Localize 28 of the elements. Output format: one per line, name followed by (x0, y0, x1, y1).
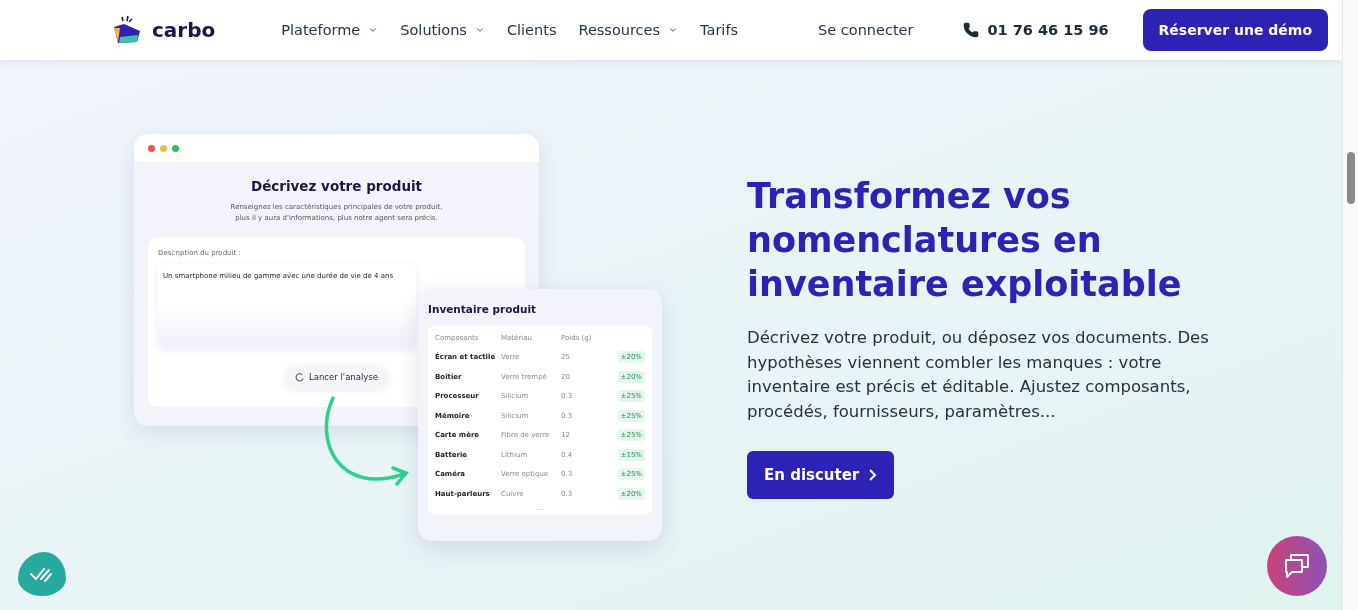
chevron-right-icon (869, 469, 878, 481)
window-dot-icon (148, 144, 155, 152)
chat-icon (1283, 552, 1311, 580)
nav-link[interactable]: Clients (506, 22, 557, 38)
nav-link[interactable]: Tarifs (700, 22, 739, 38)
login-link[interactable]: Se connecter (818, 22, 914, 38)
phone-link[interactable]: 01 76 46 15 96 (963, 22, 1109, 38)
spinner-icon (295, 372, 304, 382)
scrollbar[interactable] (1342, 0, 1358, 610)
hero-text: Décrivez votre produit, ou déposez vos documents. Des hypothèses viennent combler les manques : votre inventaire est précis et éditable. Ajustez composants, procédés, fournisseurs, paramètres... (747, 327, 1210, 423)
nav-link[interactable]: Solutions (400, 22, 485, 38)
discuss-button[interactable]: En discuter (747, 451, 895, 499)
checkmark-badge-button[interactable] (18, 552, 66, 596)
chevron-down-icon (474, 25, 485, 35)
window-heading: Décrivez votre produit (249, 178, 424, 194)
chat-button[interactable] (1267, 536, 1327, 596)
chevron-down-icon (668, 25, 679, 35)
chevron-down-icon (368, 25, 379, 35)
brand-name: carbo (152, 18, 216, 42)
window-dot-icon (172, 144, 179, 152)
nav-link[interactable]: Ressources (578, 22, 679, 38)
phone-icon (963, 22, 980, 38)
analyse-button[interactable]: Lancer l'analyse (285, 366, 388, 388)
demo-button[interactable]: Réserver une démo (1142, 9, 1328, 51)
window-dot-icon (160, 144, 167, 152)
inventory-heading: Inventaire produit (428, 303, 537, 315)
hero-heading: Transformez vos nomenclatures en inventaire exploitable (747, 175, 1183, 306)
nav-link[interactable]: Plateforme (281, 22, 379, 38)
